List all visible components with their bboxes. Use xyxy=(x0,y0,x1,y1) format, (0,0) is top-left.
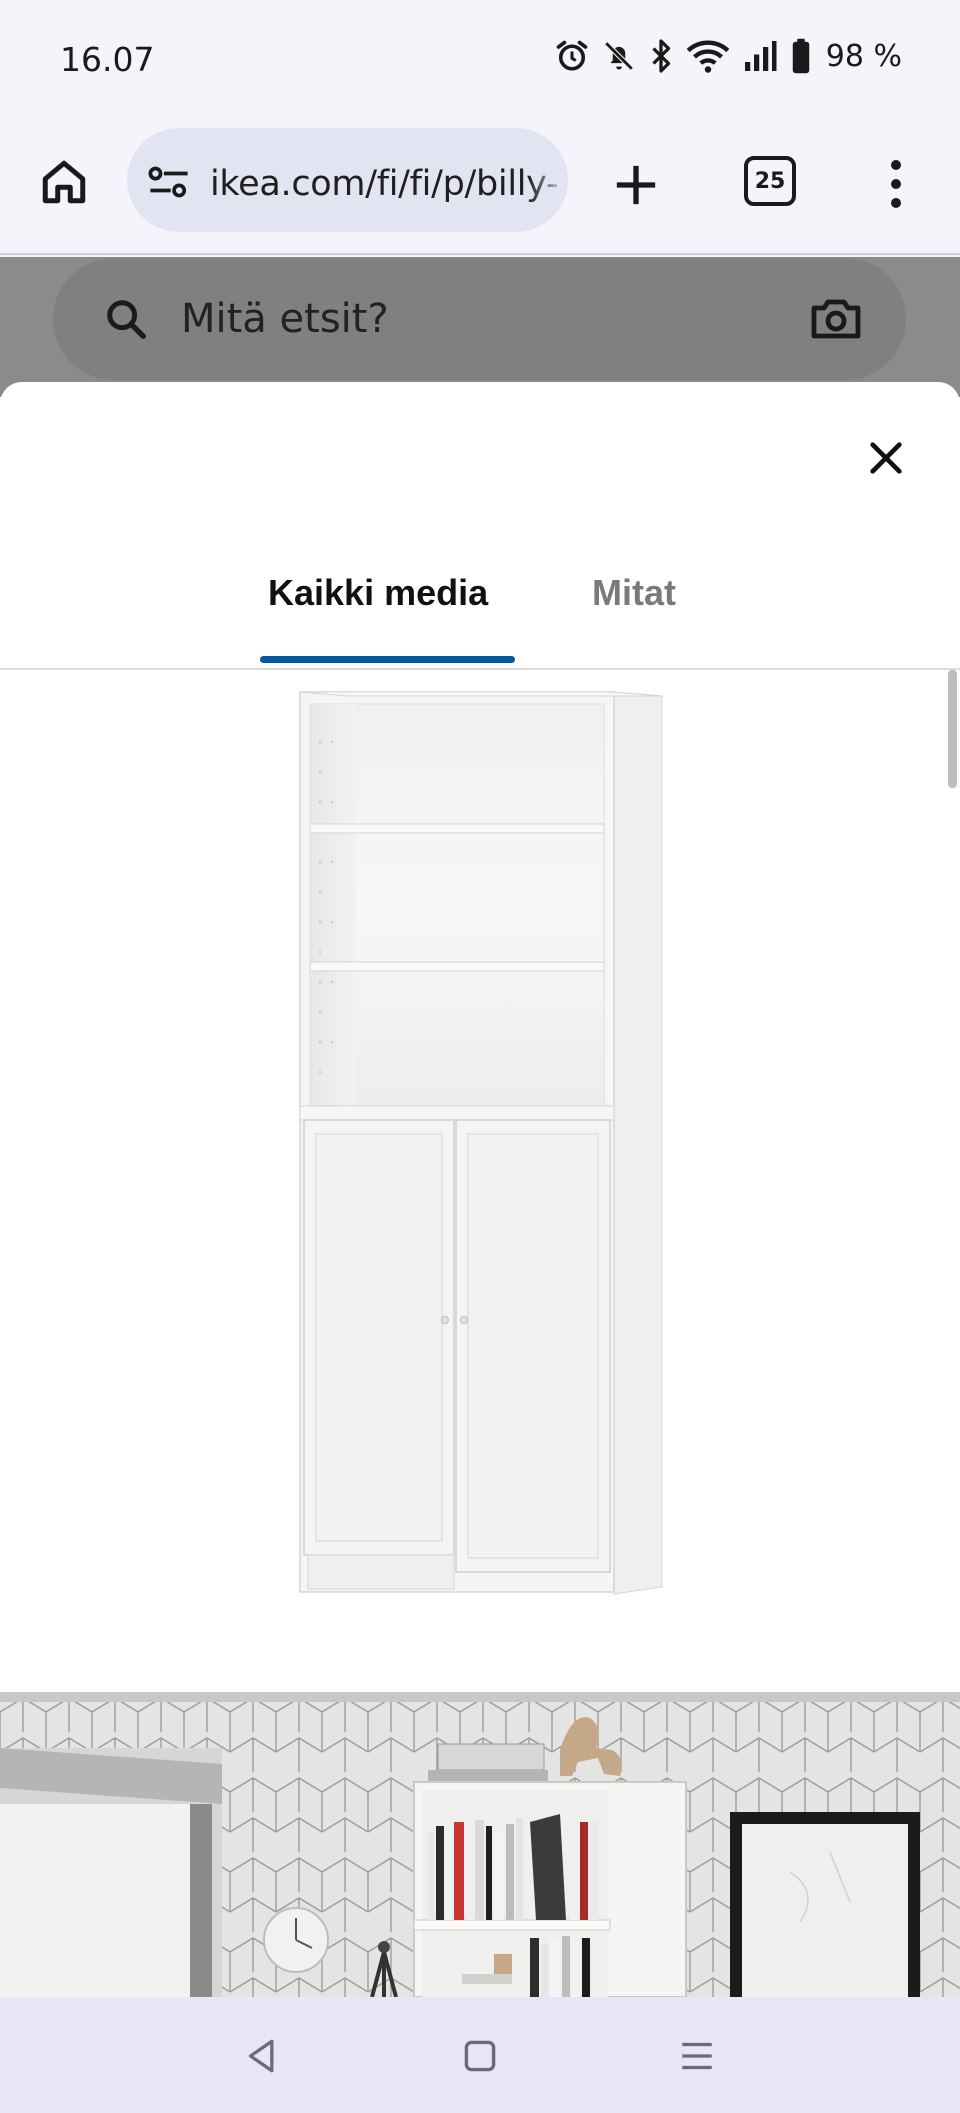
tab-dimensions[interactable]: Mitat xyxy=(592,572,676,614)
address-bar[interactable]: ikea.com/fi/fi/p/billy- xyxy=(127,128,568,232)
more-vert-dot xyxy=(891,198,901,208)
home-icon xyxy=(42,160,86,204)
battery-icon xyxy=(792,38,810,74)
alarm-icon xyxy=(556,40,588,71)
bluetooth-icon xyxy=(652,39,670,73)
scrollbar[interactable] xyxy=(948,670,957,788)
home-button[interactable] xyxy=(32,150,96,214)
back-icon xyxy=(248,2039,274,2073)
camera-icon[interactable] xyxy=(810,294,862,342)
tabs-button[interactable]: 25 xyxy=(744,156,796,206)
browser-toolbar: ikea.com/fi/fi/p/billy- 25 xyxy=(0,120,960,255)
tab-count: 25 xyxy=(754,168,786,194)
status-bar: 16.07 98 % xyxy=(0,0,960,120)
media-modal: Kaikki media Mitat xyxy=(0,382,960,1997)
search-placeholder: Mitä etsit? xyxy=(181,296,389,342)
more-options-button[interactable] xyxy=(876,154,916,214)
url-fade xyxy=(528,128,568,232)
url-text: ikea.com/fi/fi/p/billy- xyxy=(210,164,559,204)
more-vert-dot xyxy=(891,179,901,189)
search-icon xyxy=(107,300,146,339)
product-image[interactable] xyxy=(280,682,680,1602)
close-icon xyxy=(870,442,902,474)
plus-icon xyxy=(616,165,656,205)
system-nav-bar xyxy=(0,1997,960,2113)
close-button[interactable] xyxy=(860,432,912,484)
nav-back-button[interactable] xyxy=(232,2031,292,2081)
home-nav-icon xyxy=(464,2040,496,2072)
bell-off-icon xyxy=(604,41,634,71)
tab-all-media[interactable]: Kaikki media xyxy=(268,572,488,614)
new-tab-button[interactable] xyxy=(606,155,666,215)
signal-icon xyxy=(744,41,777,71)
status-time: 16.07 xyxy=(60,40,155,79)
status-icons: 98 % xyxy=(554,38,902,74)
battery-level: 98 % xyxy=(825,38,902,74)
active-tab-indicator xyxy=(260,656,515,663)
search-bar[interactable]: Mitä etsit? xyxy=(53,258,906,380)
site-settings-icon[interactable] xyxy=(147,164,191,200)
wifi-icon xyxy=(686,40,730,73)
recents-icon xyxy=(682,2042,712,2070)
lifestyle-image[interactable] xyxy=(0,1692,960,1997)
more-vert-icon xyxy=(891,160,901,170)
media-tabs: Kaikki media Mitat xyxy=(0,542,960,670)
nav-recents-button[interactable] xyxy=(667,2031,727,2081)
nav-home-button[interactable] xyxy=(450,2031,510,2081)
